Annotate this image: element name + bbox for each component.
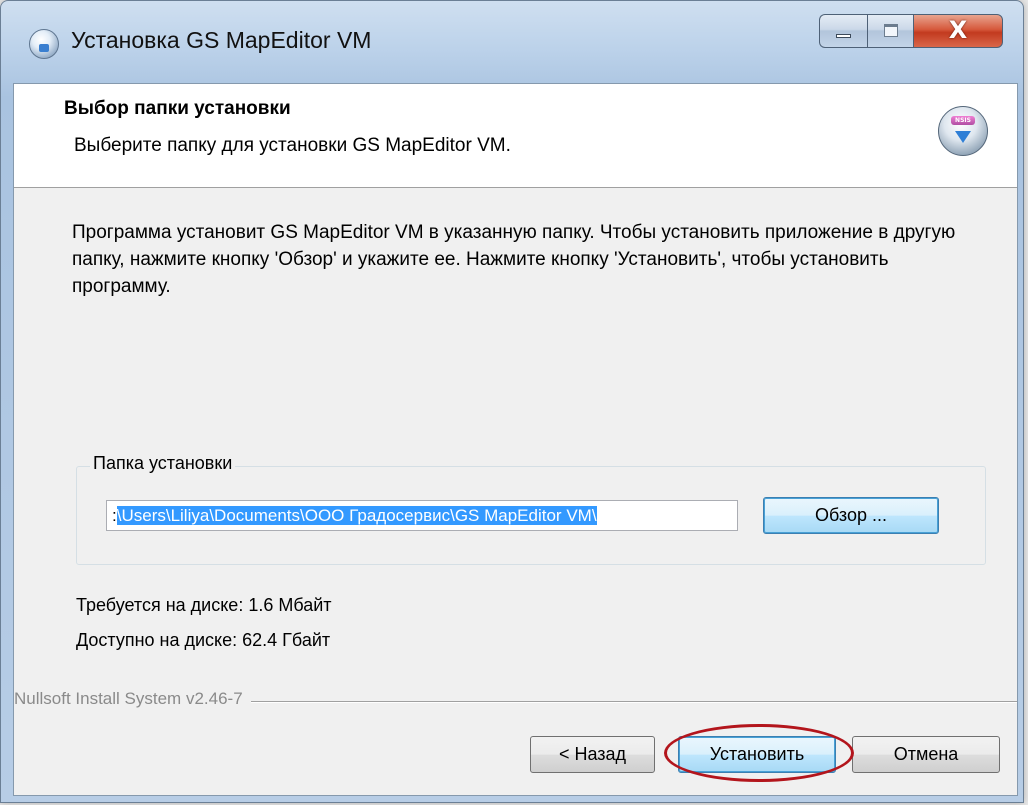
maximize-icon [884, 24, 898, 37]
maximize-button[interactable] [867, 14, 913, 48]
install-button[interactable]: Установить [678, 736, 836, 773]
page-subtitle: Выберите папку для установки GS MapEdito… [74, 135, 511, 156]
window-title: Установка GS MapEditor VM [71, 27, 372, 53]
installer-globe-icon [29, 29, 59, 59]
space-required: Требуется на диске: 1.6 Мбайт [76, 595, 332, 615]
install-path-input[interactable]: :\Users\Liliya\Documents\ООО Градосервис… [106, 500, 738, 531]
install-folder-label: Папка установки [90, 453, 236, 474]
installer-window: Установка GS MapEditor VM X Выбор папки … [0, 0, 1024, 803]
dialog-client-area: Выбор папки установки Выберите папку для… [13, 83, 1018, 796]
space-available: Доступно на диске: 62.4 Гбайт [76, 630, 331, 650]
nsis-installer-icon: NSIS [938, 106, 988, 156]
path-selected-text: \Users\Liliya\Documents\ООО Градосервис\… [116, 506, 597, 525]
nsis-branding: Nullsoft Install System v2.46-7 [14, 689, 251, 709]
minimize-button[interactable] [819, 14, 867, 48]
title-bar[interactable]: Установка GS MapEditor VM X [1, 1, 1023, 83]
download-arrow-icon [955, 131, 971, 143]
nsis-badge: NSIS [951, 116, 975, 125]
close-icon: X [948, 16, 968, 44]
browse-button[interactable]: Обзор ... [763, 497, 939, 534]
minimize-icon [836, 34, 851, 38]
close-button[interactable]: X [913, 14, 1003, 48]
page-title: Выбор папки установки [64, 98, 291, 119]
page-header: Выбор папки установки Выберите папку для… [14, 84, 1017, 188]
install-folder-group: Папка установки :\Users\Liliya\Documents… [76, 453, 986, 565]
caption-buttons: X [819, 14, 1003, 48]
back-button[interactable]: < Назад [530, 736, 655, 773]
cancel-button[interactable]: Отмена [852, 736, 1000, 773]
instructions-text: Программа установит GS MapEditor VM в ук… [72, 222, 956, 297]
